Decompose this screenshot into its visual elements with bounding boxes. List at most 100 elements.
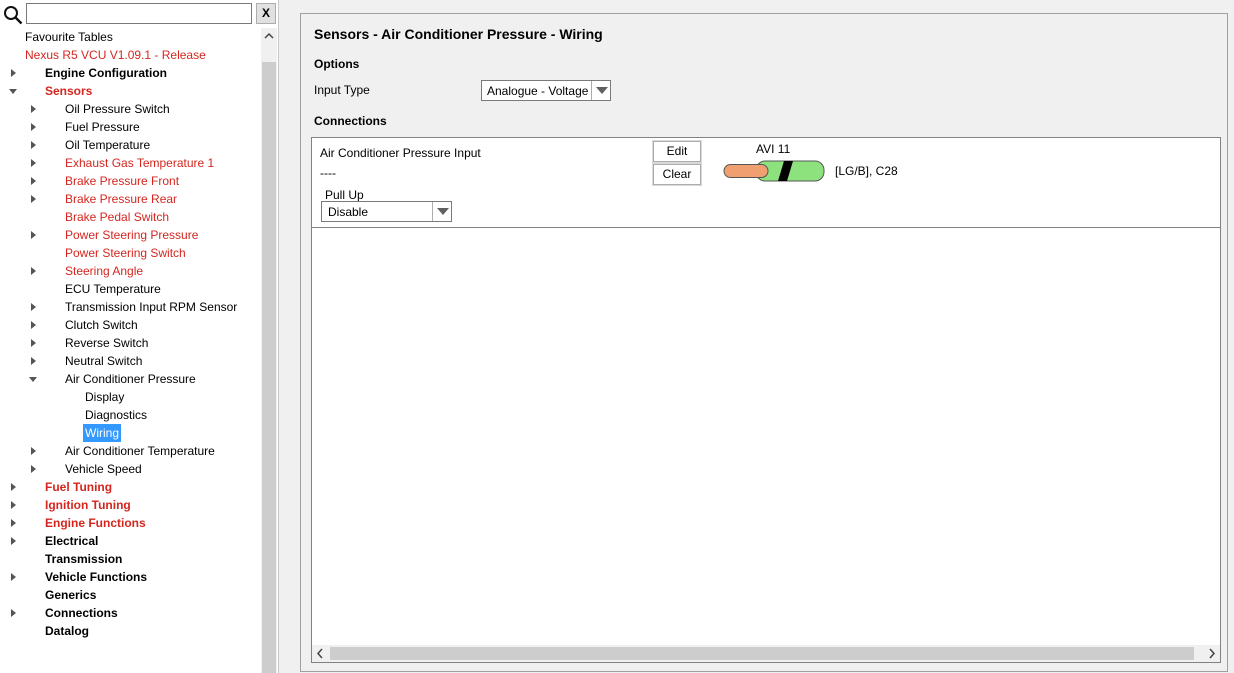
expand-right-icon[interactable] <box>28 172 40 190</box>
tree-item[interactable]: Engine Functions <box>4 514 262 532</box>
dropdown-button[interactable] <box>591 81 610 100</box>
tree-item[interactable]: Air Conditioner Temperature <box>4 442 262 460</box>
tree-item[interactable]: Fuel Pressure <box>4 118 262 136</box>
expand-right-icon[interactable] <box>28 442 40 460</box>
pin-name: AVI 11 <box>756 142 791 156</box>
expand-right-icon[interactable] <box>8 532 20 550</box>
wire-label: [LG/B], C28 <box>835 164 898 178</box>
tree-item-label: Air Conditioner Pressure <box>65 372 196 386</box>
expand-right-icon[interactable] <box>8 64 20 82</box>
tree-item[interactable]: Fuel Tuning <box>4 478 262 496</box>
tree-item-label: Fuel Tuning <box>45 480 113 494</box>
panel-splitter[interactable] <box>278 0 288 673</box>
tree-item[interactable]: Sensors <box>4 82 262 100</box>
horizontal-scrollbar[interactable] <box>312 645 1220 662</box>
tree-scrollbar[interactable] <box>261 28 277 673</box>
tree-item[interactable]: Generics <box>4 586 262 604</box>
scroll-right-arrow-icon[interactable] <box>1203 645 1220 662</box>
tree-item[interactable]: Reverse Switch <box>4 334 262 352</box>
expand-right-icon[interactable] <box>28 226 40 244</box>
tree-item[interactable]: Power Steering Pressure <box>4 226 262 244</box>
expand-right-icon[interactable] <box>28 316 40 334</box>
tree-item-label: Reverse Switch <box>65 336 149 350</box>
expand-right-icon[interactable] <box>28 136 40 154</box>
tree-item[interactable]: Power Steering Switch <box>4 244 262 262</box>
tree-item-label: Steering Angle <box>65 264 144 278</box>
edit-button[interactable]: Edit <box>653 141 701 162</box>
expand-right-icon[interactable] <box>28 460 40 478</box>
horizontal-scroll-thumb[interactable] <box>330 647 1194 660</box>
tree-item[interactable]: Brake Pedal Switch <box>4 208 262 226</box>
tree-item[interactable]: Steering Angle <box>4 262 262 280</box>
tree-item[interactable]: Exhaust Gas Temperature 1 <box>4 154 262 172</box>
input-type-value: Analogue - Voltage <box>487 84 589 98</box>
input-type-dropdown[interactable]: Analogue - Voltage <box>481 80 611 101</box>
expand-right-icon[interactable] <box>28 298 40 316</box>
dropdown-button[interactable] <box>432 202 451 221</box>
tree-item-label: Fuel Pressure <box>65 120 140 134</box>
tree-item-label: Connections <box>45 606 118 620</box>
expand-down-icon[interactable] <box>8 82 20 100</box>
scroll-left-arrow-icon[interactable] <box>312 645 329 662</box>
expand-right-icon[interactable] <box>28 352 40 370</box>
wire-icon <box>723 160 825 182</box>
tree-item-label: Display <box>85 390 125 404</box>
app-window: X Favourite Tables Nexus R5 VCU V1.09.1 -… <box>0 0 1234 673</box>
tree-item-label: Wiring <box>83 424 122 442</box>
tree-item[interactable]: Diagnostics <box>4 406 262 424</box>
chevron-down-icon <box>437 208 449 215</box>
expand-right-icon[interactable] <box>28 118 40 136</box>
tree-item[interactable]: ECU Temperature <box>4 280 262 298</box>
search-row: X <box>0 0 278 27</box>
expand-right-icon[interactable] <box>8 496 20 514</box>
tree-item[interactable]: Datalog <box>4 622 262 640</box>
tree-item[interactable]: Air Conditioner Pressure <box>4 370 262 388</box>
clear-search-button[interactable]: X <box>256 3 276 24</box>
pull-up-dropdown[interactable]: Disable <box>321 201 452 222</box>
scroll-up-arrow-icon[interactable] <box>261 28 277 45</box>
expand-right-icon[interactable] <box>28 100 40 118</box>
tree-item[interactable]: Clutch Switch <box>4 316 262 334</box>
tree-item[interactable]: Engine Configuration <box>4 64 262 82</box>
tree-item[interactable]: Transmission <box>4 550 262 568</box>
search-input[interactable] <box>26 3 252 24</box>
tree-item[interactable]: Display <box>4 388 262 406</box>
tree-item[interactable]: Oil Pressure Switch <box>4 100 262 118</box>
connection-name: Air Conditioner Pressure Input <box>320 146 481 160</box>
expand-right-icon[interactable] <box>8 604 20 622</box>
expand-right-icon[interactable] <box>28 334 40 352</box>
connection-row: Air Conditioner Pressure Input ---- Pull… <box>312 138 1220 228</box>
tree-item[interactable]: Oil Temperature <box>4 136 262 154</box>
tree-item-label: Diagnostics <box>85 408 148 422</box>
input-type-label: Input Type <box>314 83 370 97</box>
tree-item[interactable]: Vehicle Speed <box>4 460 262 478</box>
tree-item-label: Vehicle Speed <box>65 462 142 476</box>
clear-button[interactable]: Clear <box>653 164 701 185</box>
tree-scroll-thumb[interactable] <box>262 62 276 673</box>
tree-item-label: Transmission <box>45 552 123 566</box>
search-icon[interactable] <box>3 5 23 25</box>
tree-item[interactable]: Electrical <box>4 532 262 550</box>
chevron-down-icon <box>596 87 608 94</box>
tree-item[interactable]: Favourite Tables <box>4 28 262 46</box>
tree-item[interactable]: Connections <box>4 604 262 622</box>
tree-item[interactable]: Nexus R5 VCU V1.09.1 - Release <box>4 46 262 64</box>
expand-right-icon[interactable] <box>28 190 40 208</box>
expand-right-icon[interactable] <box>28 262 40 280</box>
expand-down-icon[interactable] <box>28 370 40 388</box>
tree-item[interactable]: Brake Pressure Front <box>4 172 262 190</box>
tree-item[interactable]: Brake Pressure Rear <box>4 190 262 208</box>
expand-right-icon[interactable] <box>8 478 20 496</box>
tree-item[interactable]: Transmission Input RPM Sensor <box>4 298 262 316</box>
expand-right-icon[interactable] <box>8 568 20 586</box>
tree-item-label: Sensors <box>45 84 93 98</box>
expand-right-icon[interactable] <box>8 514 20 532</box>
tree-item-label: Air Conditioner Temperature <box>65 444 215 458</box>
tree-item[interactable]: Neutral Switch <box>4 352 262 370</box>
tree-item[interactable]: Ignition Tuning <box>4 496 262 514</box>
tree-item[interactable]: Vehicle Functions <box>4 568 262 586</box>
tree-item-label: Ignition Tuning <box>45 498 131 512</box>
tree-item-label: Clutch Switch <box>65 318 138 332</box>
tree-item[interactable]: Wiring <box>4 424 262 442</box>
expand-right-icon[interactable] <box>28 154 40 172</box>
